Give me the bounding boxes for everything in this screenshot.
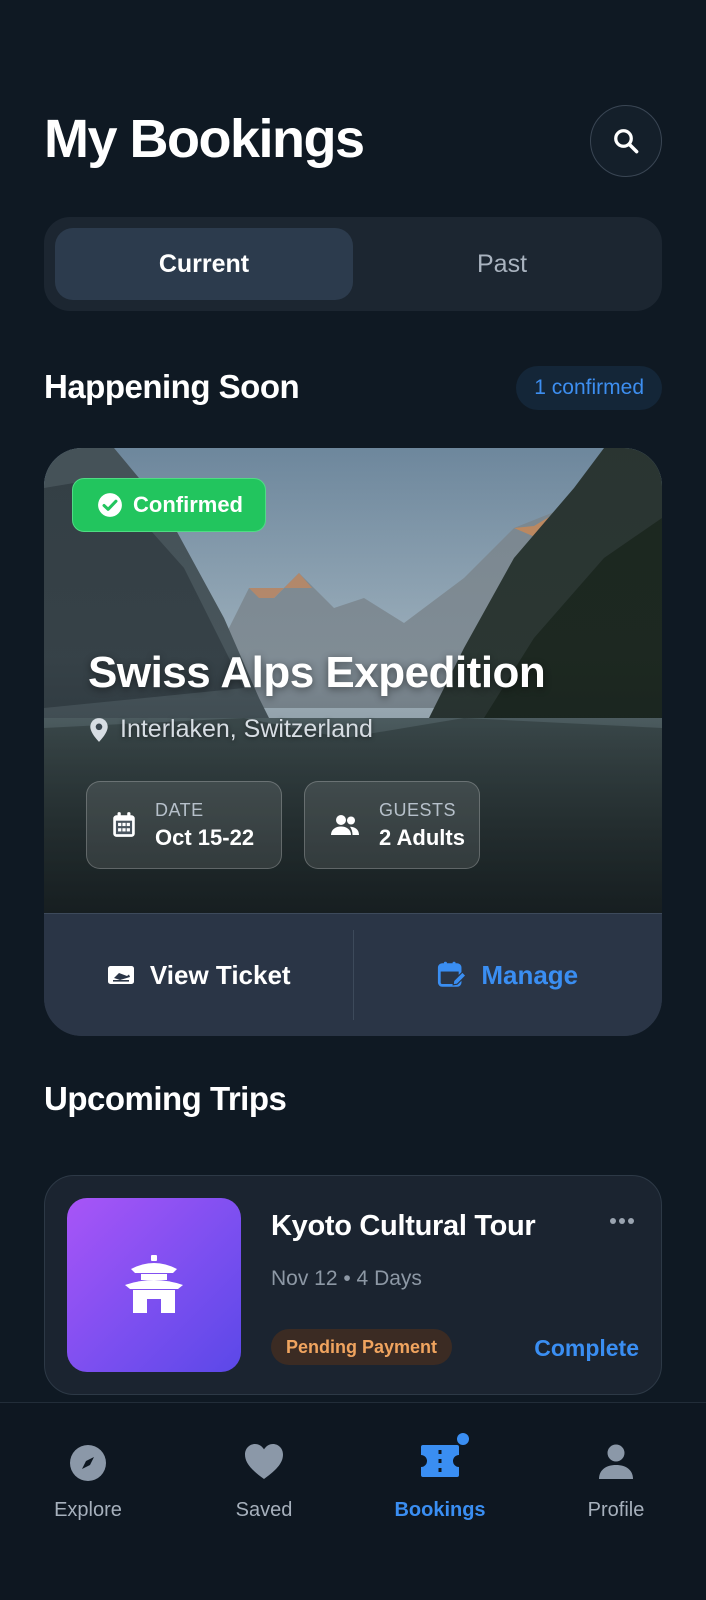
confirmed-count-badge: 1 confirmed [516, 366, 662, 410]
tab-past[interactable]: Past [353, 228, 651, 300]
booking-tabs: Current Past [44, 217, 662, 311]
more-options-button[interactable] [609, 1212, 635, 1230]
ticket-icon [421, 1445, 459, 1477]
view-ticket-button[interactable]: View Ticket [44, 914, 353, 1036]
booking-actions: View Ticket Manage [44, 913, 662, 1036]
guests-value: 2 Adults [379, 824, 465, 850]
nav-label-bookings: Bookings [394, 1499, 486, 1521]
heart-icon [245, 1444, 283, 1479]
featured-booking-card[interactable]: Confirmed Swiss Alps Expedition Interlak… [44, 448, 662, 1036]
view-ticket-label: View Ticket [149, 959, 291, 990]
status-badge-pending: Pending Payment [271, 1329, 453, 1365]
trip-meta: Nov 12 • 4 Days [271, 1267, 422, 1290]
ticket-icon [107, 966, 134, 984]
booking-title: Swiss Alps Expedition [88, 648, 546, 697]
status-badge-confirmed: Confirmed [72, 478, 266, 532]
trip-thumbnail [67, 1198, 241, 1372]
search-icon [614, 129, 639, 154]
location-pin-icon [90, 717, 108, 742]
happening-soon-header: Happening Soon 1 confirmed [44, 366, 662, 410]
bottom-nav: Explore Saved Bookings Profile [0, 1402, 706, 1600]
compass-icon [70, 1445, 106, 1481]
trip-title: Kyoto Cultural Tour [271, 1210, 536, 1242]
booking-location: Interlaken, Switzerland [88, 715, 373, 744]
page-title: My Bookings [44, 109, 365, 169]
location-label: Interlaken, Switzerland [120, 715, 373, 743]
nav-item-profile[interactable]: Profile [528, 1403, 704, 1533]
section-title-upcoming-trips: Upcoming Trips [44, 1080, 287, 1117]
check-circle-icon [98, 493, 122, 517]
complete-payment-link[interactable]: Complete [534, 1335, 639, 1362]
more-dots-icon [610, 1218, 634, 1224]
guests-label: GUESTS [379, 799, 457, 820]
date-value: Oct 15-22 [155, 824, 255, 850]
manage-button[interactable]: Manage [352, 930, 663, 1020]
status-label: Confirmed [133, 492, 243, 517]
date-info-box: DATE Oct 15-22 [86, 781, 282, 869]
nav-item-saved[interactable]: Saved [176, 1403, 352, 1533]
calendar-icon [113, 812, 135, 837]
people-icon [331, 815, 359, 835]
date-label: DATE [155, 799, 204, 820]
upcoming-trips-header: Upcoming Trips [44, 1078, 662, 1122]
header: My Bookings [44, 100, 662, 178]
tab-current[interactable]: Current [55, 228, 353, 300]
notification-dot [457, 1433, 469, 1445]
trip-card[interactable]: Kyoto Cultural Tour Nov 12 • 4 Days Pend… [44, 1175, 662, 1395]
guests-info-box: GUESTS 2 Adults [304, 781, 480, 869]
user-icon [599, 1444, 633, 1479]
nav-item-explore[interactable]: Explore [0, 1403, 176, 1533]
search-button[interactable] [590, 105, 662, 177]
temple-icon [125, 1255, 183, 1313]
nav-item-bookings[interactable]: Bookings [352, 1403, 528, 1533]
nav-label-saved: Saved [235, 1499, 293, 1521]
nav-label-profile: Profile [587, 1499, 645, 1521]
manage-label: Manage [481, 959, 579, 990]
bookings-screen: My Bookings Current Past Happening Soon … [0, 0, 706, 1600]
nav-label-explore: Explore [54, 1499, 122, 1521]
section-title-happening-soon: Happening Soon [44, 368, 300, 405]
calendar-edit-icon [438, 961, 468, 987]
